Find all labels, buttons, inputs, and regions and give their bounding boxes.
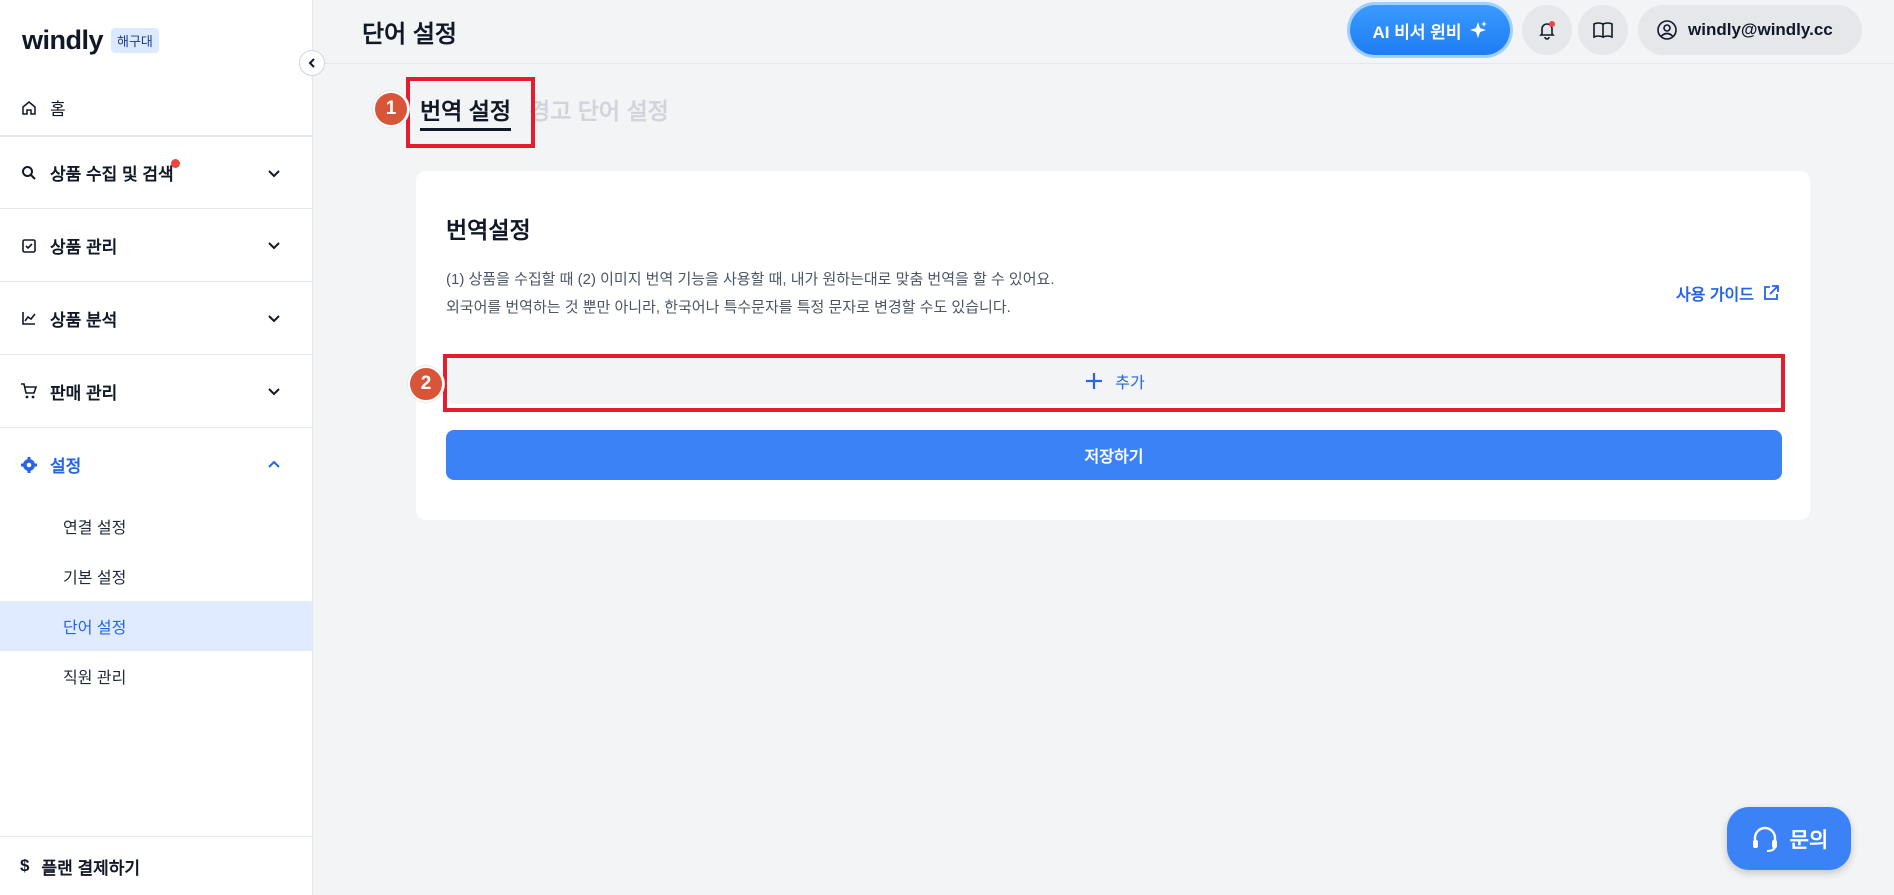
- bell-icon: [1539, 21, 1555, 40]
- page-title: 단어 설정: [362, 21, 457, 48]
- headset-icon: [1752, 826, 1777, 852]
- chevron-down-icon: [266, 165, 282, 181]
- tab-warning-words[interactable]: 경고 단어 설정: [529, 92, 669, 131]
- plan-label: 플랜 결제하기: [41, 858, 141, 878]
- step-badge-2: 2: [408, 366, 444, 402]
- sidebar-item-label: 설정: [50, 457, 82, 476]
- logo[interactable]: windly: [22, 25, 104, 56]
- sidebar-subitem-basic[interactable]: 기본 설정: [0, 551, 312, 601]
- card-title: 번역설정: [446, 217, 531, 243]
- chevron-down-icon: [266, 237, 282, 253]
- user-circle-icon: [1657, 20, 1677, 40]
- chart-line-icon: [20, 309, 38, 327]
- ai-assistant-button[interactable]: AI 비서 윈비: [1350, 5, 1510, 55]
- sidebar-item-product-collect[interactable]: 상품 수집 및 검색: [0, 136, 312, 209]
- sidebar-item-label: 상품 수집 및 검색: [50, 165, 174, 184]
- home-icon: [20, 99, 38, 117]
- sidebar: windly 해구대 홈 상품 수집 및 검색 상품 관리 상품 분석 판매 관…: [0, 0, 313, 895]
- ai-assistant-label: AI 비서 윈비: [1372, 22, 1462, 42]
- sidebar-item-label: 판매 관리: [50, 383, 118, 403]
- logo-badge: 해구대: [111, 27, 159, 53]
- book-icon: [1593, 22, 1613, 39]
- sidebar-item-label: 상품 관리: [50, 237, 118, 257]
- gear-icon: [20, 456, 38, 474]
- highlight-box-tab: [406, 77, 535, 148]
- highlight-box-add: [443, 354, 1785, 412]
- chevron-left-icon: [308, 58, 315, 68]
- sidebar-item-product-manage[interactable]: 상품 관리: [0, 209, 312, 282]
- inquiry-button[interactable]: 문의: [1727, 807, 1851, 870]
- cart-icon: [20, 382, 38, 400]
- sidebar-item-label: 홈: [50, 100, 66, 119]
- plan-payment-link[interactable]: $ 플랜 결제하기: [0, 836, 313, 895]
- sidebar-collapse-button[interactable]: [299, 50, 325, 76]
- clipboard-check-icon: [20, 236, 38, 254]
- dollar-icon: $: [20, 856, 30, 875]
- chevron-down-icon: [266, 383, 282, 399]
- sparkle-icon: [1469, 21, 1487, 38]
- sidebar-item-home[interactable]: 홈: [0, 80, 312, 136]
- sidebar-item-sales-manage[interactable]: 판매 관리: [0, 355, 312, 428]
- sidebar-item-settings[interactable]: 설정: [0, 428, 312, 501]
- usage-guide-label: 사용 가이드: [1675, 287, 1754, 304]
- guide-book-button[interactable]: [1578, 5, 1628, 55]
- sidebar-subitem-words[interactable]: 단어 설정: [0, 601, 312, 651]
- chevron-down-icon: [266, 310, 282, 326]
- notification-dot: [171, 159, 180, 168]
- translation-settings-card: 번역설정 (1) 상품을 수집할 때 (2) 이미지 번역 기능을 사용할 때,…: [416, 171, 1810, 520]
- step-badge-1: 1: [373, 91, 409, 127]
- save-button[interactable]: 저장하기: [446, 430, 1782, 480]
- search-icon: [20, 164, 38, 182]
- external-link-icon: [1764, 285, 1779, 300]
- user-account-button[interactable]: windly@windly.cc: [1638, 5, 1862, 55]
- notification-button[interactable]: [1522, 5, 1572, 55]
- header: 단어 설정 AI 비서 윈비 windly@windly.cc: [314, 0, 1894, 64]
- usage-guide-link[interactable]: 사용 가이드: [1676, 281, 1780, 305]
- sidebar-item-product-analysis[interactable]: 상품 분석: [0, 282, 312, 355]
- sidebar-subitem-staff[interactable]: 직원 관리: [0, 651, 312, 701]
- card-description-line2: 외국어를 번역하는 것 뿐만 아니라, 한국어나 특수문자를 특정 문자로 변경…: [446, 299, 1011, 316]
- card-description-line1: (1) 상품을 수집할 때 (2) 이미지 번역 기능을 사용할 때, 내가 원…: [446, 271, 1055, 288]
- sidebar-item-label: 상품 분석: [50, 310, 118, 330]
- chevron-up-icon: [266, 457, 282, 473]
- inquiry-label: 문의: [1789, 828, 1829, 852]
- user-email: windly@windly.cc: [1688, 20, 1833, 39]
- sidebar-subitem-connection[interactable]: 연결 설정: [0, 501, 312, 551]
- logo-row: windly 해구대: [0, 0, 312, 80]
